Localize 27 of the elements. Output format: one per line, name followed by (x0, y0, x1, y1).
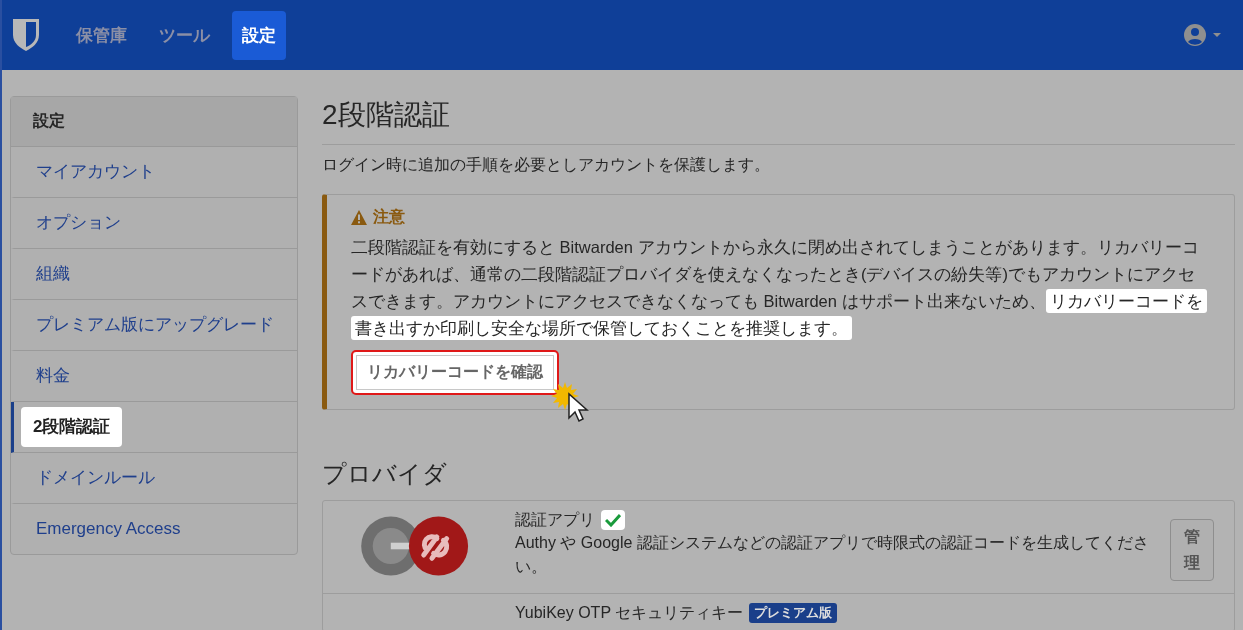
warning-icon (351, 210, 367, 225)
nav-tab[interactable]: 設定 (232, 10, 286, 60)
view-recovery-code-button[interactable]: リカバリーコードを確認 (351, 350, 559, 395)
section-heading: プロバイダ (322, 459, 448, 489)
shield-logo-icon[interactable] (12, 18, 40, 52)
page-title: 2段階認証 (322, 96, 1235, 145)
sidebar-title: 設定 (11, 97, 297, 147)
premium-badge: プレミアム版 (749, 603, 838, 623)
user-account-icon[interactable] (1183, 23, 1223, 47)
mouse-pointer-icon (551, 380, 591, 424)
sidebar-item[interactable]: 料金 (24, 363, 82, 389)
warning-message: 二段階認証を有効にすると Bitwarden アカウントから永久に閉め出されてしまうことがあります。リカバリーコードがあれば、通常の二段階認証プロバイダを使えなくなったとき(デバイスの紛失等)でもアカウントにアクセスできます。アカウントにアクセスできなくなっても Bitwarden はサポート出来ないため、 リカバリーコードを書き出すか印刷し安全な場所で保管しておくことを推奨します。 (351, 234, 1210, 342)
sidebar-item[interactable]: 組織 (24, 261, 82, 287)
nav-tab[interactable]: 保管庫 (66, 10, 137, 60)
sidebar-item[interactable]: Emergency Access (24, 516, 193, 542)
sidebar-item[interactable]: オプション (24, 210, 133, 236)
sidebar-item[interactable]: マイアカウント (24, 159, 167, 185)
provider-description: Authy や Google 認証システムなどの認証アプリで時限式の認証コードを生成してください。 (515, 533, 1150, 577)
provider-name: 認証アプリ (515, 510, 595, 530)
nav-tab[interactable]: ツール (149, 10, 220, 60)
page-description: ログイン時に追加の手順を必要としアカウントを保護します。 (322, 155, 771, 175)
sidebar-item[interactable]: ドメインルール (24, 465, 167, 491)
sidebar-item[interactable]: プレミアム版にアップグレード (24, 312, 286, 338)
manage-button[interactable]: 管理 (1170, 519, 1214, 581)
sidebar-item[interactable]: 2段階認証 (21, 407, 123, 447)
warning-title: 注意 (373, 207, 405, 227)
provider-name: YubiKey OTP セキュリティキー (515, 603, 744, 623)
